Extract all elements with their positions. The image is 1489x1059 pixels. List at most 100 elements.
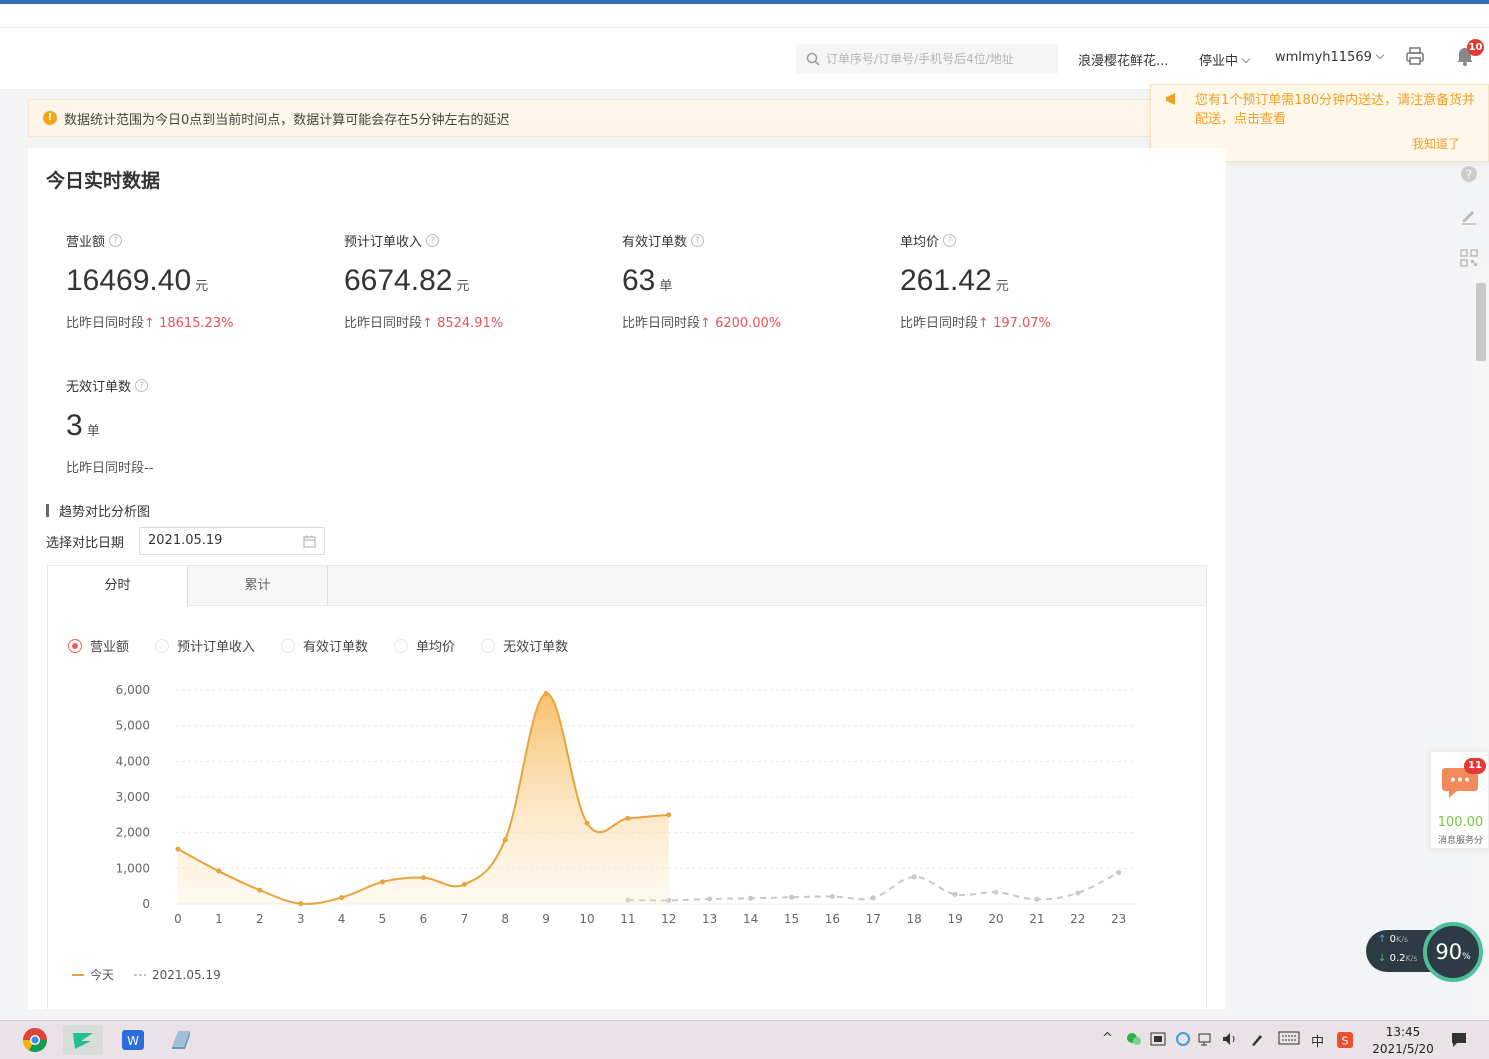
user-menu[interactable]: wmlmyh11569: [1275, 50, 1385, 65]
chrome-app-icon[interactable]: [20, 1025, 50, 1055]
upload-unit: K/s: [1395, 935, 1409, 944]
series-compare-point: [748, 895, 754, 901]
series-today-point: [216, 868, 222, 874]
series-compare-point: [1034, 896, 1040, 902]
metric-unit: 元: [456, 278, 470, 293]
compare-value: 18615.23%: [159, 316, 234, 331]
tab-hourly[interactable]: 分时: [48, 566, 188, 607]
svg-text:?: ?: [1466, 168, 1472, 181]
radio-avg-price[interactable]: 单均价: [394, 636, 455, 655]
message-service-widget[interactable]: 11 100.00 消息服务分: [1430, 751, 1489, 849]
x-tick-label: 13: [702, 912, 717, 926]
radio-expected-income[interactable]: 预计订单收入: [155, 636, 255, 655]
trend-panel: 分时 累计 营业额 预计订单收入 有效订单数 单均价 无效订单数 0 1,000 2…: [47, 565, 1207, 1009]
compare-date-value: 2021.05.19: [148, 533, 223, 548]
radio-label: 有效订单数: [303, 640, 369, 655]
help-icon[interactable]: ?: [109, 234, 123, 247]
trend-tabs: 分时 累计: [48, 566, 1206, 607]
radio-dot: [394, 638, 409, 653]
store-status-dropdown[interactable]: 停业中: [1199, 50, 1251, 69]
legend-today[interactable]: 今天: [72, 966, 114, 983]
notice-bar: ! 数据统计范围为今日0点到当前时间点，数据计算可能会存在5分钟左右的延迟: [28, 99, 1178, 137]
radio-label: 无效订单数: [503, 640, 569, 655]
x-tick-label: 19: [947, 912, 962, 926]
scrollbar[interactable]: [1473, 270, 1489, 1010]
series-compare-point: [911, 874, 917, 880]
radio-revenue[interactable]: 营业额: [68, 636, 129, 655]
x-tick-label: 16: [825, 912, 840, 926]
qrcode-icon[interactable]: [1459, 248, 1479, 272]
metric-label: 单均价: [900, 235, 940, 250]
help-circle-icon[interactable]: ?: [1459, 164, 1479, 188]
x-tick-label: 11: [620, 912, 635, 926]
x-tick-label: 6: [420, 912, 428, 926]
printer-icon[interactable]: [1405, 46, 1425, 70]
compare-date-picker[interactable]: 2021.05.19: [139, 527, 325, 555]
toast-message[interactable]: 您有1个预订单需180分钟内送达，请注意备货并配送，点击查看: [1195, 91, 1479, 129]
notification-count-badge: 10: [1467, 39, 1484, 56]
scrollbar-thumb[interactable]: [1476, 283, 1486, 361]
compare-value: 8524.91%: [437, 316, 504, 331]
wechat-tray-icon[interactable]: [1126, 1031, 1142, 1051]
search-input[interactable]: [826, 52, 1046, 66]
help-icon[interactable]: ?: [691, 234, 705, 247]
ime-indicator[interactable]: 中: [1311, 1031, 1324, 1050]
y-tick-label: 5,000: [116, 719, 150, 733]
series-today-point: [461, 881, 467, 887]
metric-value: 261.42: [900, 264, 992, 297]
system-clock[interactable]: 13:45 2021/5/20: [1368, 1024, 1438, 1058]
sync-tray-icon[interactable]: [1175, 1031, 1191, 1051]
memory-usage-ring[interactable]: 90%: [1423, 922, 1483, 982]
help-icon[interactable]: ?: [943, 234, 957, 247]
help-icon[interactable]: ?: [426, 234, 440, 247]
tray-expand-icon[interactable]: ^: [1102, 1031, 1113, 1046]
action-center-icon[interactable]: [1450, 1031, 1468, 1053]
legend-compare[interactable]: 2021.05.19: [134, 966, 221, 983]
browser-chrome: [0, 4, 1489, 28]
file-app-icon[interactable]: [166, 1025, 196, 1055]
tab-cumulative[interactable]: 累计: [188, 566, 328, 606]
merchant-app-icon[interactable]: [63, 1025, 103, 1055]
order-search[interactable]: [796, 44, 1058, 74]
arrow-down-icon: ↓: [1378, 953, 1387, 964]
x-tick-label: 15: [784, 912, 799, 926]
edit-icon[interactable]: [1459, 206, 1479, 230]
section-marker: [46, 504, 49, 517]
radio-invalid-orders[interactable]: 无效订单数: [481, 636, 568, 655]
x-tick-label: 1: [215, 912, 223, 926]
tray-app-icon[interactable]: [1150, 1031, 1166, 1051]
series-today-point: [339, 895, 345, 901]
x-tick-label: 23: [1111, 912, 1126, 926]
y-tick-label: 0: [142, 897, 150, 911]
top-header: 浪漫樱花鲜花... 停业中 wmlmyh11569 10: [0, 28, 1489, 90]
series-compare-point: [789, 894, 794, 900]
y-tick-label: 1,000: [116, 861, 150, 875]
series-compare-point: [707, 896, 713, 902]
metric-unit: 元: [995, 278, 1009, 293]
speaker-icon[interactable]: [1221, 1031, 1239, 1051]
download-speed: ↓ 0.2K/s: [1378, 953, 1418, 964]
sogou-ime-icon[interactable]: S: [1336, 1031, 1354, 1053]
help-icon[interactable]: ?: [135, 379, 149, 392]
shop-name[interactable]: 浪漫樱花鲜花...: [1078, 50, 1168, 69]
os-taskbar: W ^ 中 S 13:45 2021/5/20: [0, 1020, 1489, 1059]
metric-expected-income: 预计订单收入? 6674.82 元 比昨日同时段↑ 8524.91%: [344, 231, 503, 331]
metric-radio-group: 营业额 预计订单收入 有效订单数 单均价 无效订单数: [68, 636, 594, 655]
x-tick-label: 20: [988, 912, 1003, 926]
radio-label: 单均价: [416, 640, 456, 655]
series-today-point: [257, 887, 263, 893]
toast-ack-link[interactable]: 我知道了: [1412, 135, 1460, 152]
megaphone-icon: [1166, 93, 1175, 105]
memory-percent: 90: [1435, 940, 1463, 964]
arrow-up-icon: ↑: [1378, 934, 1387, 945]
keyboard-icon[interactable]: [1278, 1031, 1300, 1049]
clock-date: 2021/5/20: [1372, 1042, 1434, 1056]
metric-revenue: 营业额? 16469.40 元 比昨日同时段↑ 18615.23%: [66, 231, 233, 331]
network-tray-icon[interactable]: [1198, 1031, 1214, 1051]
radio-valid-orders[interactable]: 有效订单数: [281, 636, 368, 655]
pen-tray-icon[interactable]: [1250, 1031, 1266, 1051]
wps-app-icon[interactable]: W: [118, 1025, 148, 1055]
x-tick-label: 7: [460, 912, 468, 926]
series-compare-point: [1116, 870, 1122, 876]
chevron-down-icon: [1241, 54, 1251, 64]
